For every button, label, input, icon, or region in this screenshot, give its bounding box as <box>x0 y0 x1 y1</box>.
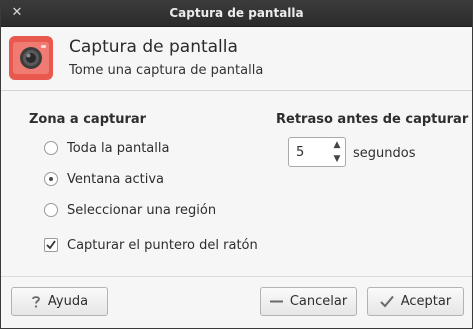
help-icon <box>31 295 41 308</box>
radio-button[interactable] <box>44 203 58 217</box>
capture-area-label: Zona a capturar <box>29 112 147 127</box>
help-button[interactable]: Ayuda <box>11 287 108 316</box>
radio-select-region[interactable]: Seleccionar una región <box>44 200 216 220</box>
dialog-header: Captura de pantalla Tome una captura de … <box>1 27 472 91</box>
chevron-down-icon[interactable]: ▼ <box>329 152 345 166</box>
spin-arrows[interactable]: ▲ ▼ <box>329 138 345 166</box>
minus-icon <box>269 295 283 308</box>
accept-label: Aceptar <box>400 294 452 309</box>
radio-button[interactable] <box>44 172 58 186</box>
window-title: Captura de pantalla <box>169 6 304 20</box>
delay-spinbox[interactable]: 5 ▲ ▼ <box>288 137 346 167</box>
checkbox[interactable] <box>44 238 58 252</box>
radio-label: Toda la pantalla <box>67 140 170 156</box>
delay-value[interactable]: 5 <box>296 145 304 160</box>
chevron-up-icon[interactable]: ▲ <box>329 138 345 152</box>
radio-button[interactable] <box>44 141 58 155</box>
camera-icon <box>9 36 53 80</box>
radio-label: Ventana activa <box>67 171 165 187</box>
radio-label: Seleccionar una región <box>67 202 217 218</box>
radio-active-window[interactable]: Ventana activa <box>44 169 164 189</box>
checkmark-icon <box>46 240 56 250</box>
checkbox-label: Capturar el puntero del ratón <box>67 237 258 253</box>
cancel-button[interactable]: Cancelar <box>260 287 357 316</box>
header-subtitle: Tome una captura de pantalla <box>69 63 264 78</box>
delay-units: segundos <box>353 146 416 161</box>
radio-whole-screen[interactable]: Toda la pantalla <box>44 138 169 158</box>
capture-pointer-checkbox[interactable]: Capturar el puntero del ratón <box>44 235 258 255</box>
screenshot-dialog: ✕ Captura de pantalla Captura de pantall… <box>0 0 473 329</box>
cancel-label: Cancelar <box>289 294 348 309</box>
checkmark-icon <box>380 295 394 308</box>
help-label: Ayuda <box>47 294 89 309</box>
footer-separator <box>1 276 472 277</box>
title-bar[interactable]: ✕ Captura de pantalla <box>1 1 472 27</box>
delay-label: Retraso antes de capturar <box>276 112 469 127</box>
accept-button[interactable]: Aceptar <box>367 287 464 316</box>
header-title: Captura de pantalla <box>69 37 238 57</box>
